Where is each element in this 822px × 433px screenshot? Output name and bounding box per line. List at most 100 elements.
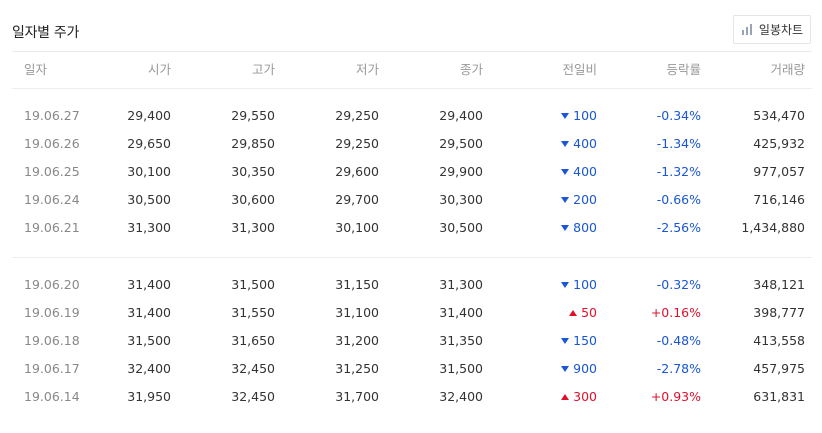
table-row: 19.06.27 29,400 29,550 29,250 29,400 100 -0.34…	[0, 102, 822, 130]
cell-open: 29,650	[127, 136, 171, 151]
cell-low: 31,150	[335, 277, 379, 292]
cell-high: 30,600	[231, 192, 275, 207]
triangle-up-icon	[561, 394, 570, 400]
change-value: 200	[573, 192, 597, 207]
cell-open: 31,950	[127, 389, 171, 404]
table-row: 19.06.21 31,300 31,300 30,100 30,500 800 -2.56…	[0, 214, 822, 242]
col-rate: 등락률	[666, 62, 701, 77]
cell-open: 30,100	[127, 164, 171, 179]
col-volume: 거래량	[770, 62, 805, 77]
change-value: 800	[573, 220, 597, 235]
cell-change: 300	[561, 383, 597, 411]
cell-close: 31,350	[439, 333, 483, 348]
cell-rate: -2.78%	[656, 361, 701, 376]
cell-volume: 977,057	[753, 164, 805, 179]
cell-close: 30,300	[439, 192, 483, 207]
cell-low: 31,700	[335, 389, 379, 404]
cell-volume: 413,558	[753, 333, 805, 348]
cell-low: 29,700	[335, 192, 379, 207]
cell-low: 29,250	[335, 108, 379, 123]
cell-rate: -1.32%	[656, 164, 701, 179]
cell-close: 31,300	[439, 277, 483, 292]
triangle-down-icon	[561, 141, 570, 147]
change-value: 300	[573, 389, 597, 404]
cell-open: 30,500	[127, 192, 171, 207]
cell-rate: -0.32%	[656, 277, 701, 292]
header-bottom-divider	[12, 88, 812, 89]
cell-change: 400	[561, 130, 597, 158]
cell-date: 19.06.14	[24, 389, 80, 404]
cell-volume: 348,121	[753, 277, 805, 292]
cell-date: 19.06.27	[24, 108, 80, 123]
cell-date: 19.06.21	[24, 220, 80, 235]
cell-open: 31,400	[127, 277, 171, 292]
cell-date: 19.06.26	[24, 136, 80, 151]
cell-high: 31,550	[231, 305, 275, 320]
panel-title: 일자별 주가	[12, 25, 80, 41]
cell-rate: -2.56%	[656, 220, 701, 235]
cell-high: 32,450	[231, 389, 275, 404]
cell-close: 29,500	[439, 136, 483, 151]
cell-volume: 1,434,880	[741, 220, 805, 235]
cell-rate: +0.16%	[650, 305, 701, 320]
cell-close: 31,500	[439, 361, 483, 376]
change-value: 100	[573, 277, 597, 292]
cell-rate: +0.93%	[650, 389, 701, 404]
table-row: 19.06.20 31,400 31,500 31,150 31,300 100 -0.32…	[0, 271, 822, 299]
cell-date: 19.06.20	[24, 277, 80, 292]
cell-date: 19.06.17	[24, 361, 80, 376]
cell-volume: 631,831	[753, 389, 805, 404]
daily-chart-button[interactable]: 일봉차트	[733, 15, 811, 44]
col-open: 시가	[147, 62, 171, 77]
cell-date: 19.06.24	[24, 192, 80, 207]
cell-high: 29,850	[231, 136, 275, 151]
bar-chart-icon	[741, 24, 753, 35]
col-low: 저가	[355, 62, 379, 77]
cell-rate: -1.34%	[656, 136, 701, 151]
daily-price-panel: 일자별 주가 일봉차트 일자 시가 고가 저가 종가 전일비 등락률 거래량 1…	[0, 0, 822, 433]
col-close: 종가	[459, 62, 483, 77]
cell-volume: 457,975	[753, 361, 805, 376]
cell-low: 30,100	[335, 220, 379, 235]
cell-rate: -0.66%	[656, 192, 701, 207]
change-value: 400	[573, 136, 597, 151]
cell-open: 29,400	[127, 108, 171, 123]
cell-change: 50	[569, 299, 597, 327]
cell-high: 32,450	[231, 361, 275, 376]
triangle-down-icon	[561, 282, 570, 288]
cell-open: 31,300	[127, 220, 171, 235]
cell-change: 100	[561, 271, 597, 299]
cell-volume: 398,777	[753, 305, 805, 320]
cell-low: 31,250	[335, 361, 379, 376]
cell-change: 150	[561, 327, 597, 355]
cell-change: 200	[561, 186, 597, 214]
col-change: 전일비	[562, 62, 597, 77]
cell-date: 19.06.18	[24, 333, 80, 348]
cell-change: 800	[561, 214, 597, 242]
triangle-down-icon	[561, 169, 570, 175]
change-value: 400	[573, 164, 597, 179]
table-row: 19.06.18 31,500 31,650 31,200 31,350 150 -0.48…	[0, 327, 822, 355]
cell-high: 31,650	[231, 333, 275, 348]
triangle-down-icon	[561, 338, 570, 344]
cell-close: 29,900	[439, 164, 483, 179]
cell-open: 31,400	[127, 305, 171, 320]
cell-high: 30,350	[231, 164, 275, 179]
cell-volume: 534,470	[753, 108, 805, 123]
change-value: 150	[573, 333, 597, 348]
cell-change: 400	[561, 158, 597, 186]
cell-close: 32,400	[439, 389, 483, 404]
table-row: 19.06.19 31,400 31,550 31,100 31,400 50 +0.16%…	[0, 299, 822, 327]
cell-high: 31,300	[231, 220, 275, 235]
cell-volume: 716,146	[753, 192, 805, 207]
cell-close: 30,500	[439, 220, 483, 235]
table-row: 19.06.17 32,400 32,450 31,250 31,500 900 -2.78…	[0, 355, 822, 383]
triangle-down-icon	[561, 197, 570, 203]
col-date: 일자	[24, 62, 48, 77]
cell-date: 19.06.19	[24, 305, 80, 320]
change-value: 50	[581, 305, 597, 320]
cell-close: 31,400	[439, 305, 483, 320]
cell-date: 19.06.25	[24, 164, 80, 179]
table-row: 19.06.24 30,500 30,600 29,700 30,300 200 -0.66…	[0, 186, 822, 214]
daily-chart-button-label: 일봉차트	[758, 23, 804, 37]
